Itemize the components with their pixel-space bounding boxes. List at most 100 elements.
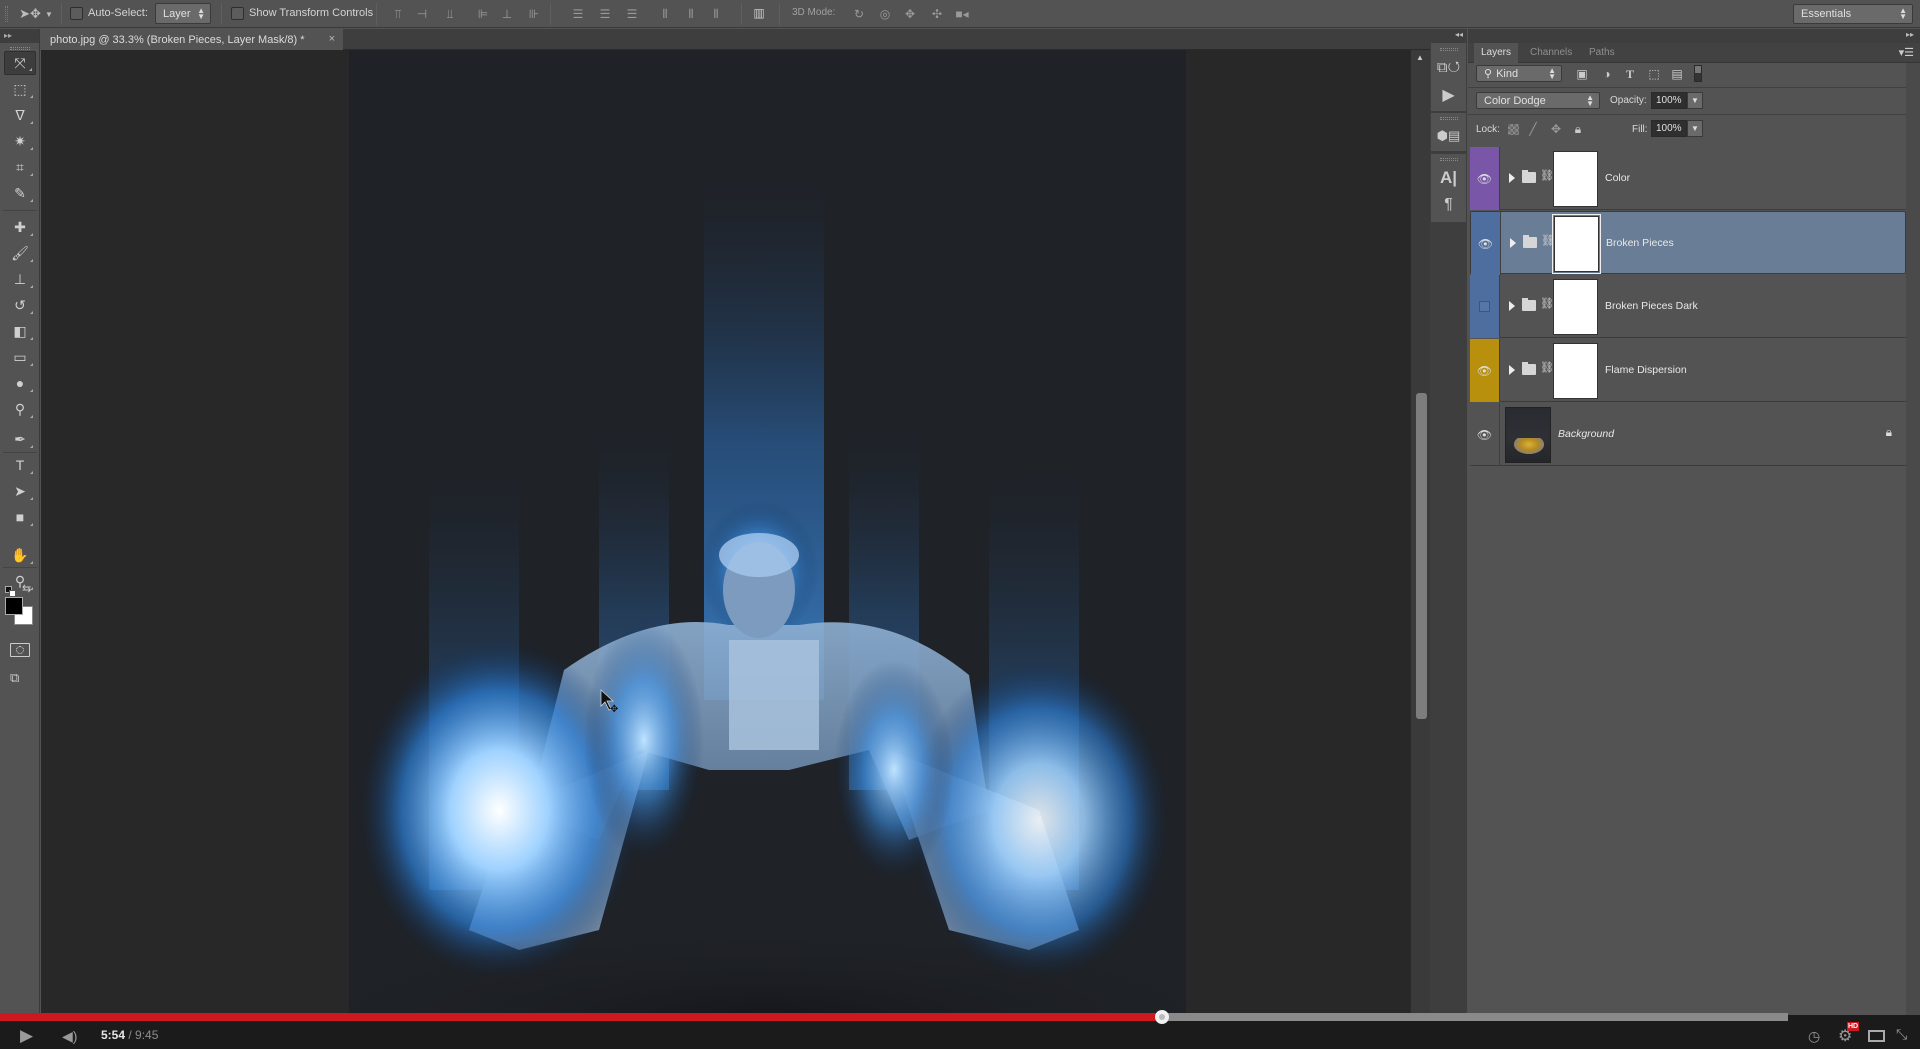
panel-menu-icon[interactable]: ▾☰ (1899, 46, 1914, 59)
drag-3d-icon[interactable]: ✥ (903, 7, 917, 21)
volume-icon[interactable]: ◀) (62, 1028, 77, 1045)
tab-paths[interactable]: Paths (1582, 43, 1622, 63)
tool-spot-healing[interactable]: ✚ (4, 215, 36, 239)
foreground-color-swatch[interactable] (5, 597, 23, 615)
visibility-eye-icon[interactable]: 👁︎ (1470, 339, 1500, 402)
align-horizontal-centers-icon[interactable]: ⊥ (500, 7, 514, 21)
visibility-toggle-off[interactable] (1470, 275, 1500, 338)
layer-mask-thumbnail[interactable] (1553, 343, 1598, 399)
quick-mask-icon[interactable] (10, 643, 30, 657)
layer-row-broken-pieces[interactable]: 👁︎ ⛓︎ Broken Pieces (1470, 211, 1906, 275)
scrollbar-thumb[interactable] (1416, 393, 1427, 719)
distribute-top-icon[interactable]: ☰ (571, 7, 585, 21)
layer-thumbnail[interactable] (1505, 407, 1551, 463)
layer-row-flame-dispersion[interactable]: 👁︎ ⛓︎ Flame Dispersion (1470, 339, 1906, 402)
tool-pen[interactable]: ✒ (4, 427, 36, 451)
opacity-input[interactable]: 100% (1651, 92, 1687, 109)
tool-rectangular-marquee[interactable]: ⬚ (4, 77, 36, 101)
tool-preset-picker[interactable]: ➤✥ ▼ (19, 4, 53, 24)
slide-3d-icon[interactable]: ✣ (930, 7, 944, 21)
scale-3d-icon[interactable]: ■◂ (955, 7, 969, 21)
play-icon[interactable]: ▶ (20, 1026, 33, 1046)
align-bottom-edges-icon[interactable]: ⫫ (443, 7, 457, 21)
panel-grip[interactable] (1440, 158, 1458, 161)
tool-hand[interactable]: ✋ (4, 543, 36, 567)
layer-row-broken-pieces-dark[interactable]: ⛓︎ Broken Pieces Dark (1470, 275, 1906, 338)
tab-layers[interactable]: Layers (1474, 43, 1519, 63)
swap-colors-icon[interactable]: ⇆ (22, 582, 31, 595)
paragraph-icon[interactable]: ¶ (1431, 192, 1466, 218)
tool-brush[interactable]: 🖌 (4, 241, 36, 265)
align-top-edges-icon[interactable]: ⫪ (391, 7, 405, 21)
lock-transparent-pixels-icon[interactable] (1508, 124, 1519, 135)
screen-mode-icon[interactable]: ⧉ (10, 670, 19, 686)
distribute-horizontal-centers-icon[interactable]: ⫴ (684, 7, 698, 21)
layer-mask-thumbnail[interactable] (1553, 151, 1598, 207)
align-left-edges-icon[interactable]: ⊫ (476, 7, 490, 21)
filter-toggle-switch[interactable] (1694, 65, 1702, 82)
theater-mode-icon[interactable] (1868, 1030, 1885, 1042)
panel-grip[interactable] (1440, 117, 1458, 120)
roll-3d-icon[interactable]: ◎ (878, 7, 892, 21)
canvas-area[interactable]: ✥ (41, 50, 1410, 1015)
tool-type[interactable]: T (4, 453, 36, 477)
expand-triangle-icon[interactable] (1509, 301, 1515, 311)
expand-panels-icon[interactable]: ▸▸ (1906, 30, 1914, 39)
filter-pixel-layers-icon[interactable]: ▣ (1576, 68, 1588, 80)
close-icon[interactable]: × (329, 33, 335, 45)
distribute-bottom-icon[interactable]: ☰ (625, 7, 639, 21)
filter-type-layers-icon[interactable]: T (1624, 68, 1636, 80)
video-progress-bar[interactable] (0, 1010, 1788, 1024)
tool-eraser[interactable]: ◧ (4, 319, 36, 343)
exit-fullscreen-icon[interactable]: ⤡ (1896, 1026, 1907, 1043)
layer-row-color[interactable]: 👁︎ ⛓︎ Color (1470, 147, 1906, 210)
tools-grip[interactable] (10, 47, 30, 50)
layer-mask-thumbnail[interactable] (1552, 214, 1601, 274)
lock-position-icon[interactable]: ✥ (1550, 123, 1562, 135)
tab-channels[interactable]: Channels (1523, 43, 1579, 63)
distribute-left-icon[interactable]: ⫴ (658, 7, 672, 21)
tool-eyedropper[interactable]: ✎ (4, 181, 36, 205)
tool-gradient[interactable]: ▭ (4, 345, 36, 369)
auto-align-layers-icon[interactable]: ▥ (752, 6, 766, 20)
link-icon[interactable]: ⛓︎ (1540, 297, 1554, 310)
3d-properties-icon[interactable]: ⬢▤ (1431, 123, 1466, 149)
visibility-eye-icon[interactable]: 👁︎ (1470, 403, 1500, 466)
tool-crop[interactable]: ⌗ (4, 155, 36, 179)
lock-image-pixels-icon[interactable]: ╱ (1527, 123, 1539, 135)
auto-select-checkbox[interactable] (70, 7, 83, 20)
tools-panel-header[interactable]: ▸▸ (0, 29, 39, 43)
blend-mode-select[interactable]: Color Dodge ▲ ▼ (1476, 92, 1600, 109)
tool-clone-stamp[interactable]: ⊥ (4, 267, 36, 291)
progress-scrubber-handle[interactable] (1154, 1010, 1169, 1024)
expand-triangle-icon[interactable] (1509, 365, 1515, 375)
layer-row-background[interactable]: 👁︎ Background 🔒︎ (1470, 403, 1906, 466)
options-bar-grip[interactable] (5, 6, 8, 22)
align-right-edges-icon[interactable]: ⊪ (527, 7, 541, 21)
distribute-right-icon[interactable]: ⫴ (709, 7, 723, 21)
tool-dodge[interactable]: ⚲ (4, 397, 36, 421)
link-icon[interactable]: ⛓︎ (1540, 361, 1554, 374)
tool-history-brush[interactable]: ↺ (4, 293, 36, 317)
lock-all-icon[interactable]: 🔒︎ (1572, 123, 1584, 135)
fill-slider-dropdown[interactable]: ▼ (1687, 120, 1703, 137)
tool-rectangle[interactable]: ■ (4, 505, 36, 529)
opacity-slider-dropdown[interactable]: ▼ (1687, 92, 1703, 109)
history-icon[interactable]: ⧉↺ (1431, 54, 1466, 80)
document-tab[interactable]: photo.jpg @ 33.3% (Broken Pieces, Layer … (40, 29, 343, 50)
collapse-panels-icon[interactable]: ◂◂ (1455, 30, 1463, 39)
visibility-eye-icon[interactable]: 👁︎ (1471, 212, 1501, 275)
workspace-switcher[interactable]: Essentials ▲ ▼ (1793, 4, 1913, 24)
filter-shape-layers-icon[interactable]: ⬚ (1648, 68, 1660, 80)
expand-triangle-icon[interactable] (1510, 238, 1516, 248)
character-icon[interactable]: A| (1431, 165, 1466, 191)
rotate-3d-icon[interactable]: ↻ (852, 7, 866, 21)
scroll-up-icon[interactable]: ▲ (1416, 53, 1424, 62)
actions-play-icon[interactable]: ▶ (1431, 82, 1466, 108)
filter-adjustment-layers-icon[interactable]: ◑ (1601, 68, 1613, 80)
tool-move[interactable]: ⤧ (4, 51, 36, 75)
layer-mask-thumbnail[interactable] (1553, 279, 1598, 335)
link-icon[interactable]: ⛓︎ (1541, 234, 1555, 247)
canvas-vertical-scrollbar[interactable]: ▲ (1410, 50, 1430, 1015)
watch-later-icon[interactable]: ◷ (1808, 1028, 1820, 1045)
